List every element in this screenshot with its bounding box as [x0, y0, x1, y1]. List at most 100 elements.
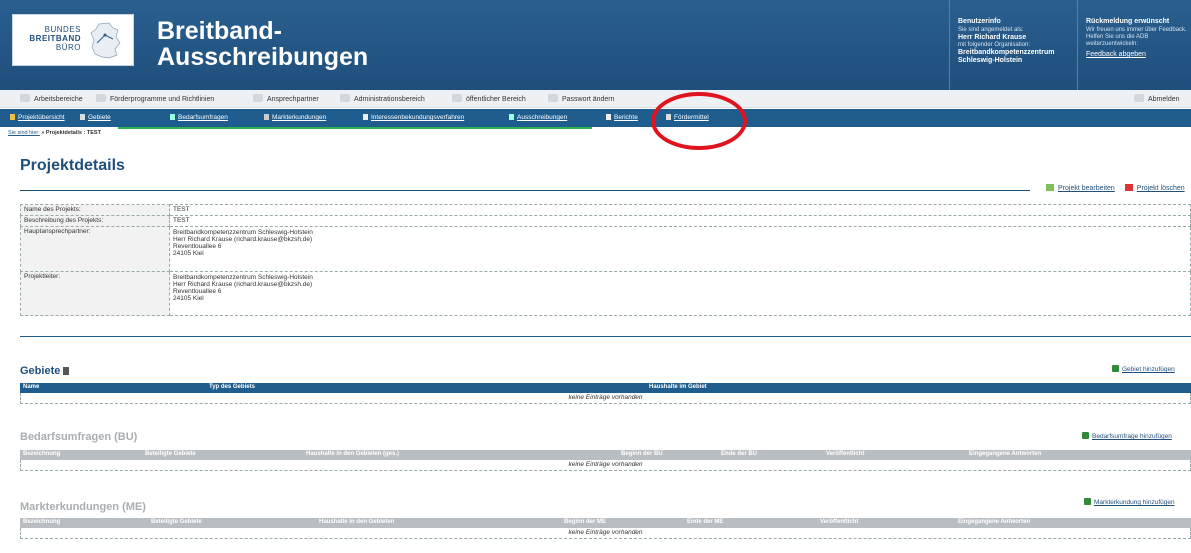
highlight-underline: [118, 127, 592, 129]
column-header[interactable]: Veröffentlicht: [826, 451, 864, 457]
column-header[interactable]: Beginn der ME: [564, 519, 606, 525]
section-title-markterkundungen: Markterkundungen (ME): [20, 501, 146, 513]
key-icon: [548, 94, 558, 102]
section-title-bedarfsumfragen: Bedarfsumfragen (BU): [20, 431, 138, 443]
menu-item-change-password[interactable]: Passwort ändern: [548, 94, 615, 103]
column-header[interactable]: Ende der ME: [687, 519, 723, 525]
column-header[interactable]: Eingegangene Antworten: [958, 519, 1030, 525]
menu-item-foerderprogramme[interactable]: Förderprogramme und Richtlinien: [96, 94, 214, 103]
tab-projektuebersicht[interactable]: Projektübersicht: [10, 114, 65, 121]
add-gebiet-link[interactable]: Gebiet hinzufügen: [1112, 365, 1175, 373]
empty-table-message: keine Einträge vorhanden: [20, 460, 1191, 471]
column-header[interactable]: Beginn der BU: [621, 451, 663, 457]
arrows-icon: [264, 114, 269, 120]
column-header[interactable]: Haushalte im Gebiet: [649, 384, 707, 390]
area-icon: [80, 114, 85, 120]
tab-ausschreibungen[interactable]: Ausschreibungen: [509, 114, 567, 121]
edit-icon: [1046, 184, 1054, 191]
empty-table-message: keine Einträge vorhanden: [20, 528, 1191, 539]
detail-value: Breitbandkompetenzzentrum Schleswig-Hols…: [169, 226, 1191, 272]
logo-text: BUNDES BREITBAND BÜRO: [29, 25, 81, 52]
column-header[interactable]: Beteiligte Gebiete: [151, 519, 202, 525]
report-icon: [606, 114, 611, 120]
delete-project-link[interactable]: Projekt löschen: [1137, 185, 1185, 192]
breadcrumb-home-link[interactable]: Sie sind hier:: [8, 130, 40, 136]
detail-key: Projektleiter:: [20, 271, 170, 316]
detail-value: TEST: [169, 204, 1191, 216]
add-icon: [1084, 498, 1091, 505]
bundesbreitbandbuero-logo[interactable]: BUNDES BREITBAND BÜRO: [12, 14, 134, 66]
signed-in-label: Sie sind angemeldet als:: [958, 27, 1024, 33]
bu-table-header: Bezeichnung Beteiligte Gebiete Haushalte…: [20, 450, 1191, 460]
app-title: Breitband- Ausschreibungen: [157, 17, 369, 71]
menu-item-arbeitsbereiche[interactable]: Arbeitsbereiche: [20, 94, 83, 103]
survey-icon: [170, 114, 175, 120]
feedback-panel: Rückmeldung erwünscht Wir freuen uns imm…: [1077, 0, 1191, 90]
divider: [20, 190, 1030, 191]
org-label: mit folgender Organisation:: [958, 42, 1031, 48]
breadcrumb: Sie sind hier: » Projektdetails : TEST: [8, 130, 101, 136]
document-icon: [363, 114, 368, 120]
detail-key: Hauptansprechpartner:: [20, 226, 170, 272]
tab-bedarfsumfragen[interactable]: Bedarfsumfragen: [170, 114, 228, 121]
tab-berichte[interactable]: Berichte: [606, 114, 638, 121]
column-header[interactable]: Veröffentlicht: [820, 519, 858, 525]
contact-icon: [253, 94, 263, 102]
project-details-table: Name des Projekts: TEST Beschreibung des…: [20, 204, 1191, 316]
highlight-circle-annotation: [651, 92, 747, 150]
column-header[interactable]: Ende der BU: [721, 451, 757, 457]
detail-value: TEST: [169, 215, 1191, 227]
column-header[interactable]: Bezeichnung: [23, 519, 60, 525]
user-name: Herr Richard Krause: [958, 34, 1027, 41]
section-title-gebiete: Gebiete: [20, 365, 70, 377]
home-icon: [20, 94, 30, 102]
feedback-heading: Rückmeldung erwünscht: [1086, 18, 1170, 25]
edit-project-link[interactable]: Projekt bearbeiten: [1058, 185, 1115, 192]
column-header[interactable]: Beteiligte Gebiete: [145, 451, 196, 457]
add-icon: [1112, 365, 1119, 372]
column-header[interactable]: Name: [23, 384, 39, 390]
column-header[interactable]: Typ des Gebiets: [209, 384, 255, 390]
table-row: Beschreibung des Projekts: TEST: [20, 215, 1191, 227]
detail-key: Name des Projekts:: [20, 204, 170, 216]
tab-interessenbekundung[interactable]: Interessenbekundungsverfahren: [363, 114, 464, 121]
app-header: BUNDES BREITBAND BÜRO Breitband- Ausschr…: [0, 0, 1191, 90]
tender-icon: [509, 114, 514, 120]
table-row: Hauptansprechpartner: Breitbandkompetenz…: [20, 226, 1191, 272]
column-header[interactable]: Eingegangene Antworten: [969, 451, 1041, 457]
breadcrumb-current: » Projektdetails : TEST: [41, 130, 101, 136]
detail-key: Beschreibung des Projekts:: [20, 215, 170, 227]
info-icon: [63, 367, 70, 375]
tab-markterkundungen[interactable]: Markterkundungen: [264, 114, 326, 121]
logout-button[interactable]: Abmelden: [1134, 94, 1180, 103]
user-info-heading: Benutzerinfo: [958, 18, 1001, 25]
overview-icon: [10, 114, 15, 120]
user-info-panel: Benutzerinfo Sie sind angemeldet als: He…: [949, 0, 1077, 90]
column-header[interactable]: Haushalte in den Gebieten (ges.): [306, 451, 399, 457]
table-row: Name des Projekts: TEST: [20, 204, 1191, 216]
document-icon: [96, 94, 106, 102]
project-actions: Projekt bearbeiten Projekt löschen: [1038, 184, 1185, 192]
org-name-line1: Breitbandkompetenzzentrum: [958, 49, 1055, 56]
detail-value: Breitbandkompetenzzentrum Schleswig-Hols…: [169, 271, 1191, 316]
feedback-link[interactable]: Feedback abgeben: [1086, 51, 1146, 58]
menu-item-public-area[interactable]: öffentlicher Bereich: [452, 94, 526, 103]
tab-gebiete[interactable]: Gebiete: [80, 114, 111, 121]
menu-item-administration[interactable]: Administrationsbereich: [340, 94, 425, 103]
add-icon: [1082, 432, 1089, 439]
page-title: Projektdetails: [20, 157, 125, 174]
feedback-text: Wir freuen uns immer über Feedback.: [1086, 27, 1187, 33]
globe-icon: [452, 94, 462, 102]
feedback-text: Helfen Sie uns die ADB: [1086, 34, 1149, 40]
divider: [20, 336, 1191, 337]
column-header[interactable]: Haushalte in den Gebieten: [319, 519, 394, 525]
add-markterkundung-link[interactable]: Markterkundung hinzufügen: [1084, 498, 1175, 506]
add-bedarfsumfrage-link[interactable]: Bedarfsumfrage hinzufügen: [1082, 432, 1172, 440]
logout-icon: [1134, 94, 1144, 102]
me-table-header: Bezeichnung Beteiligte Gebiete Haushalte…: [20, 518, 1191, 528]
menu-item-ansprechpartner[interactable]: Ansprechpartner: [253, 94, 319, 103]
delete-icon: [1124, 184, 1133, 191]
column-header[interactable]: Bezeichnung: [23, 451, 60, 457]
org-name-line2: Schleswig-Holstein: [958, 57, 1023, 64]
project-sub-menu: Projektübersicht Gebiete Bedarfsumfragen…: [0, 109, 1191, 127]
